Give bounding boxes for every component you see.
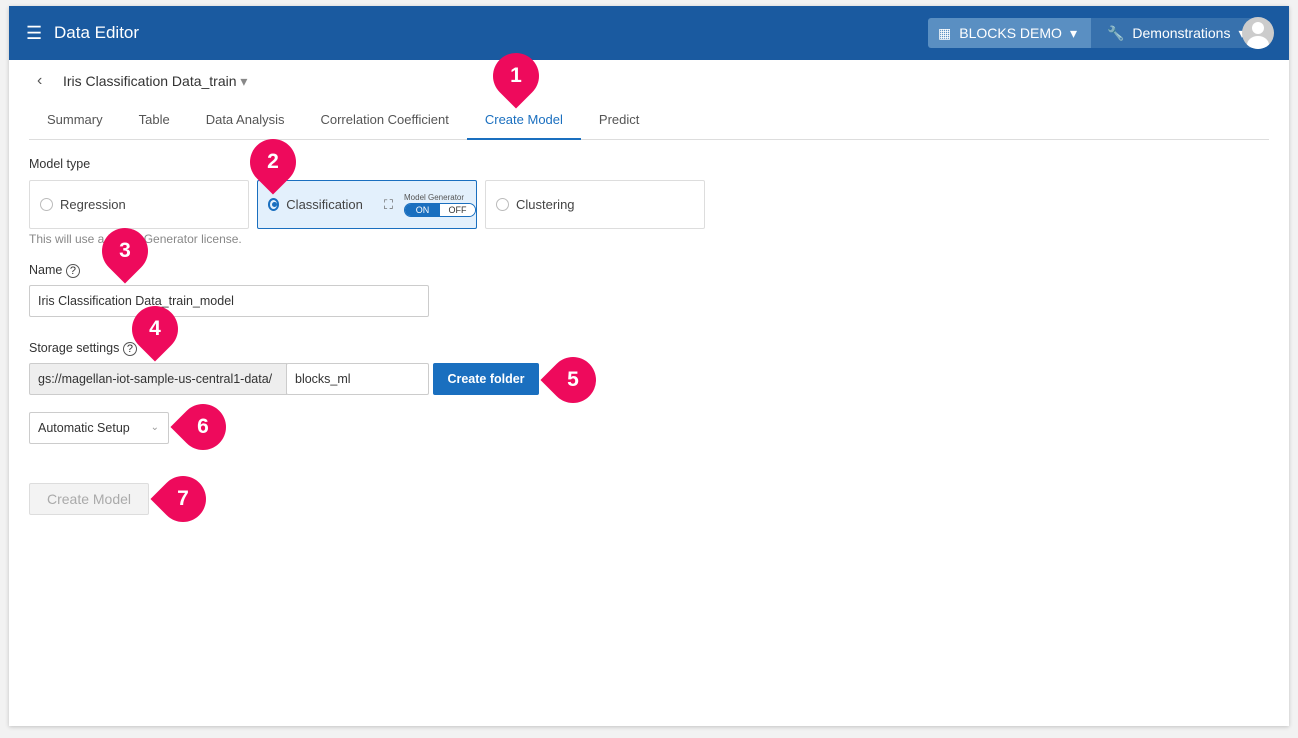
marker-6: 6 xyxy=(170,394,236,460)
caret-down-icon: ▾ xyxy=(240,73,248,89)
marker-3: 3 xyxy=(92,218,158,284)
model-generator-icon: ⛶ xyxy=(383,196,393,212)
model-type-label: Model type xyxy=(29,157,91,171)
create-model-button[interactable]: Create Model xyxy=(29,483,149,515)
tab-table[interactable]: Table xyxy=(121,106,188,140)
tab-summary[interactable]: Summary xyxy=(29,106,121,140)
type-clustering[interactable]: Clustering xyxy=(485,180,705,229)
app-window: ☰ Data Editor ▦ BLOCKS DEMO ▾ 🔧 Demonstrati… xyxy=(9,6,1289,726)
org-selector[interactable]: ▦ BLOCKS DEMO ▾ xyxy=(928,18,1091,48)
marker-5: 5 xyxy=(540,347,606,413)
app-title: Data Editor xyxy=(54,23,140,42)
storage-prefix: gs://magellan-iot-sample-us-central1-dat… xyxy=(29,363,287,395)
name-label: Name ? xyxy=(29,263,80,278)
help-icon[interactable]: ? xyxy=(65,264,80,278)
marker-7: 7 xyxy=(150,466,216,532)
type-regression[interactable]: Regression xyxy=(29,180,249,229)
storage-label: Storage settings ? xyxy=(29,341,137,356)
marker-4: 4 xyxy=(122,296,188,362)
project-selector[interactable]: 🔧Demonstrations▾ xyxy=(1090,18,1260,48)
setup-select[interactable]: Automatic Setup ⌄ xyxy=(29,412,169,444)
top-bar: ☰ Data Editor ▦ BLOCKS DEMO ▾ 🔧 Demonstrati… xyxy=(9,6,1289,60)
tab-create-model[interactable]: Create Model xyxy=(466,106,581,140)
menu-icon[interactable]: ☰ xyxy=(26,23,42,44)
model-generator: Model Generator ON OFF xyxy=(404,193,476,217)
tab-predict[interactable]: Predict xyxy=(581,106,657,140)
radio-selected[interactable] xyxy=(268,198,280,211)
marker-2: 2 xyxy=(240,129,306,195)
create-folder-button[interactable]: Create folder xyxy=(433,363,539,395)
back-icon[interactable]: ‹ xyxy=(37,72,42,90)
tab-data-analysis[interactable]: Data Analysis xyxy=(188,106,303,140)
wrench-icon: 🔧 xyxy=(1106,24,1125,41)
radio[interactable] xyxy=(40,198,53,211)
type-classification[interactable]: Classification ⛶ Model Generator ON OFF xyxy=(257,180,477,229)
avatar[interactable] xyxy=(1242,17,1274,49)
tab-bar: Summary Table Data Analysis Correlation … xyxy=(29,106,1269,140)
caret-down-icon: ▾ xyxy=(1069,24,1077,41)
building-icon: ▦ xyxy=(938,24,952,41)
tab-correlation[interactable]: Correlation Coefficient xyxy=(302,106,466,140)
dataset-selector[interactable]: Iris Classification Data_train ▾ xyxy=(63,73,247,90)
chevron-down-icon: ⌄ xyxy=(150,422,159,433)
storage-folder-input[interactable]: blocks_ml xyxy=(286,363,429,395)
model-generator-toggle[interactable]: ON OFF xyxy=(404,202,476,217)
radio[interactable] xyxy=(496,198,509,211)
name-input[interactable]: Iris Classification Data_train_model xyxy=(29,285,429,317)
marker-1: 1 xyxy=(483,43,549,109)
